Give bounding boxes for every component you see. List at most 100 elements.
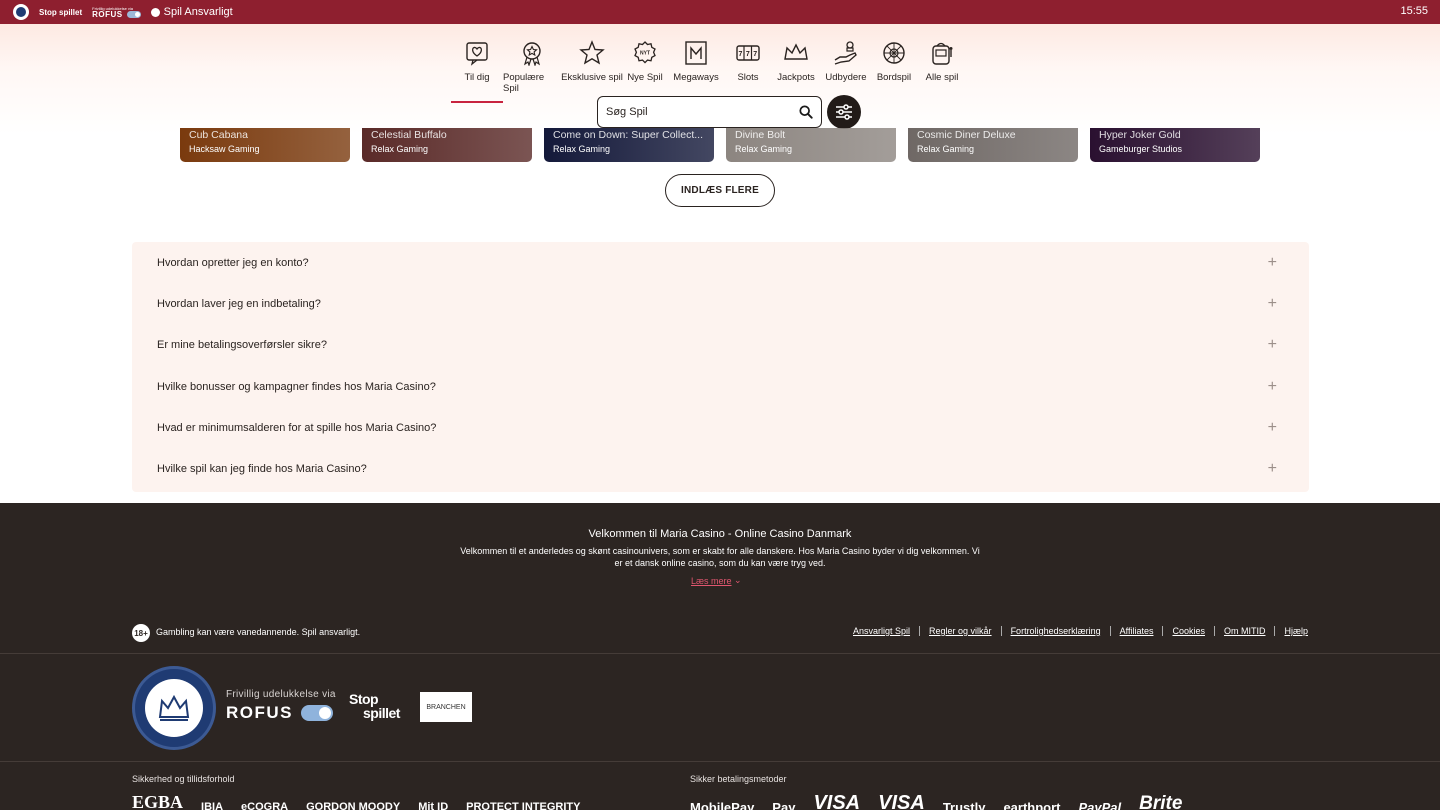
- stop-spillet-footer-logo[interactable]: Stop spillet: [349, 692, 400, 720]
- payment-logo: Brite: [1139, 793, 1183, 810]
- gambling-warning: Gambling kan være vanedannende. Spil ans…: [156, 627, 361, 637]
- game-title: Divine Bolt: [735, 129, 786, 141]
- faq-item[interactable]: Hvordan opretter jeg en konto? +: [132, 242, 1309, 283]
- footer-title: Velkommen til Maria Casino - Online Casi…: [588, 528, 852, 540]
- rofus-label: ROFUS: [92, 9, 123, 19]
- category-nye-spil[interactable]: NYT Nye Spil: [623, 40, 667, 94]
- clock: 15:55: [1400, 5, 1428, 17]
- security-logo: eCOGRA: [241, 801, 289, 810]
- chevron-down-icon[interactable]: ⌄: [734, 575, 742, 586]
- divider: [0, 653, 1440, 654]
- rofus-footer-label: ROFUS: [226, 703, 293, 722]
- divider: [0, 761, 1440, 762]
- category-jackpots[interactable]: Jackpots: [771, 40, 821, 94]
- category-bordspil[interactable]: Bordspil: [871, 40, 917, 94]
- faq-item[interactable]: Er mine betalingsoverførsler sikre? +: [132, 325, 1309, 366]
- game-card[interactable]: Celestial Buffalo Relax Gaming: [362, 128, 532, 162]
- footer-link[interactable]: Affiliates: [1109, 626, 1163, 636]
- game-title: Hyper Joker Gold: [1099, 129, 1181, 141]
- footer-link[interactable]: Hjælp: [1274, 626, 1308, 636]
- rofus-footer-logo[interactable]: Frivillig udelukkelse via ROFUS: [226, 689, 336, 723]
- stop-spillet-logo[interactable]: Stop spillet: [39, 8, 82, 16]
- footer-link[interactable]: Cookies: [1162, 626, 1214, 636]
- faq-question: Er mine betalingsoverførsler sikre?: [157, 339, 327, 352]
- game-grid: Cub Cabana Hacksaw Gaming Celestial Buffal…: [180, 128, 1260, 162]
- payment-logo: earthport: [1003, 800, 1061, 810]
- top-bar: Stop spillet Frivillig udelukkelse via R…: [0, 0, 1440, 24]
- faq-question: Hvilke spil kan jeg finde hos Maria Casi…: [157, 463, 367, 476]
- game-card[interactable]: Cub Cabana Hacksaw Gaming: [180, 128, 350, 162]
- crown-icon: [158, 694, 190, 721]
- read-more-link[interactable]: Læs mere: [691, 576, 732, 586]
- game-card[interactable]: Come on Down: Super Collect... Relax Gami…: [544, 128, 714, 162]
- spillebranchen-logo[interactable]: BRANCHEN: [420, 692, 472, 722]
- category-label: Til dig: [464, 72, 490, 83]
- category-eksklusive-spil[interactable]: Eksklusive spil: [561, 40, 623, 94]
- game-card[interactable]: Cosmic Diner Deluxe Relax Gaming: [908, 128, 1078, 162]
- payment-logo: Trustly: [942, 800, 986, 810]
- filter-button[interactable]: [827, 95, 861, 129]
- security-logo: PROTECT INTEGRITY: [466, 801, 581, 810]
- security-logo: Mit ID: [418, 801, 449, 810]
- footer-links: Ansvarligt Spil Regler og vilkår Fortrolig…: [853, 626, 1308, 636]
- security-logos: EGBA IBIA eCOGRA GORDON MOODY Mit ID PROTECT …: [132, 792, 580, 810]
- payment-logo: MobilePay: [690, 800, 755, 810]
- footer-link[interactable]: Fortrolighedserklæring: [1000, 626, 1110, 636]
- game-provider: Gameburger Studios: [1099, 144, 1183, 154]
- category-til-dig[interactable]: Til dig: [451, 40, 503, 103]
- plus-icon[interactable]: +: [1268, 295, 1277, 313]
- category-slots[interactable]: 7 7 7 Slots: [725, 40, 771, 94]
- footer: Velkommen til Maria Casino - Online Casi…: [0, 503, 1440, 810]
- faq-item[interactable]: Hvilke spil kan jeg finde hos Maria Casi…: [132, 448, 1309, 489]
- category-alle-spil[interactable]: Alle spil: [917, 40, 967, 94]
- footer-link[interactable]: Om MITID: [1213, 626, 1275, 636]
- game-title: Cub Cabana: [189, 129, 248, 141]
- plus-icon[interactable]: +: [1268, 460, 1277, 478]
- responsible-gaming-link[interactable]: Spil Ansvarligt: [150, 6, 233, 18]
- load-more-button[interactable]: INDLÆS FLERE: [665, 174, 775, 207]
- category-label: Nye Spil: [627, 72, 663, 83]
- search-box[interactable]: Søg Spil: [597, 96, 822, 128]
- game-title: Celestial Buffalo: [371, 129, 447, 141]
- category-megaways[interactable]: Megaways: [667, 40, 725, 94]
- game-card[interactable]: Divine Bolt Relax Gaming: [726, 128, 896, 162]
- payment-logo: Pay: [772, 800, 796, 810]
- game-card[interactable]: Hyper Joker Gold Gameburger Studios: [1090, 128, 1260, 162]
- plus-icon[interactable]: +: [1268, 419, 1277, 437]
- svg-text:7: 7: [746, 51, 750, 58]
- search-icon[interactable]: [799, 105, 813, 119]
- rofus-logo[interactable]: Frivillig udelukkelse via ROFUS: [92, 6, 141, 19]
- faq-question: Hvilke bonusser og kampagner findes hos …: [157, 380, 436, 393]
- category-label: Megaways: [673, 72, 719, 83]
- faq-item[interactable]: Hvad er minimumsalderen for at spille ho…: [132, 407, 1309, 448]
- faq-question: Hvordan laver jeg en indbetaling?: [157, 297, 321, 310]
- rofus-footer-small: Frivillig udelukkelse via: [226, 689, 336, 700]
- category-label: Udbydere: [825, 72, 867, 83]
- faq-item[interactable]: Hvilke bonusser og kampagner findes hos …: [132, 366, 1309, 407]
- plus-icon[interactable]: +: [1268, 336, 1277, 354]
- age-18-badge: 18+: [132, 624, 150, 642]
- game-provider: Relax Gaming: [371, 144, 429, 154]
- heart-chat-icon: [466, 42, 488, 66]
- category-populære-spil[interactable]: Populære Spil: [503, 40, 561, 94]
- category-label: Bordspil: [876, 72, 912, 83]
- faq-item[interactable]: Hvordan laver jeg en indbetaling? +: [132, 283, 1309, 324]
- search-input[interactable]: Søg Spil: [606, 106, 799, 118]
- svg-text:NYT: NYT: [640, 51, 650, 57]
- spillemyndigheden-seal-icon[interactable]: [132, 666, 216, 750]
- faq-question: Hvordan opretter jeg en konto?: [157, 256, 309, 269]
- footer-link[interactable]: Regler og vilkår: [919, 626, 1001, 636]
- footer-link[interactable]: Ansvarligt Spil: [853, 626, 919, 636]
- game-provider: Relax Gaming: [553, 144, 611, 154]
- toggle-icon: [301, 705, 333, 721]
- category-udbydere[interactable]: Udbydere: [821, 40, 871, 94]
- roulette-icon: [883, 42, 905, 64]
- plus-icon[interactable]: +: [1268, 378, 1277, 396]
- payment-heading: Sikker betalingsmetoder: [690, 774, 787, 784]
- megaways-icon: [685, 41, 707, 65]
- plus-icon[interactable]: +: [1268, 254, 1277, 272]
- payment-logos: MobilePay Pay VISA VISA Trustly earthport PayP…: [690, 792, 1182, 810]
- sliders-icon: [836, 104, 852, 120]
- license-seal-icon[interactable]: [13, 4, 29, 20]
- category-label: Populære Spil: [503, 72, 545, 94]
